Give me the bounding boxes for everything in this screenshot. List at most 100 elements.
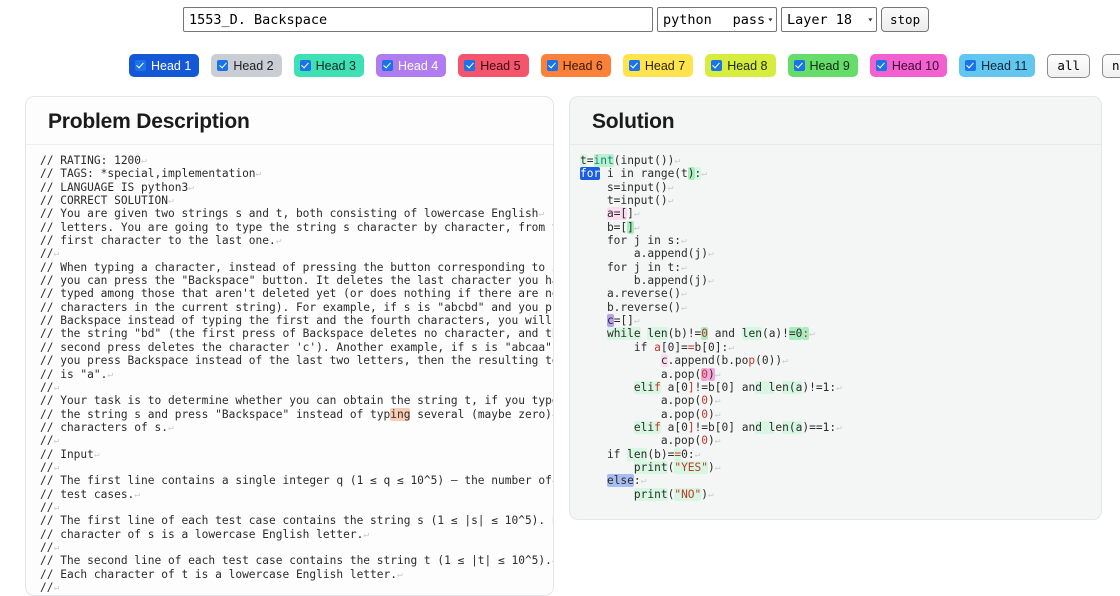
head-toggle-10[interactable]: Head 10 xyxy=(870,54,947,77)
problem-line: // the string s and press "Backspace" in… xyxy=(40,408,553,421)
head-toggle-5[interactable]: Head 5 xyxy=(458,54,528,77)
solution-line: a.pop(0)↵ xyxy=(580,394,1101,407)
head-toggle-4[interactable]: Head 4 xyxy=(376,54,446,77)
chevron-down-icon: ▾ xyxy=(767,16,773,24)
line-return-mark: ↵ xyxy=(53,382,59,393)
line-return-mark: ↵ xyxy=(141,155,147,166)
line-return-mark: ↵ xyxy=(836,422,842,433)
problem-line: //↵ xyxy=(40,501,553,514)
head-toggle-7[interactable]: Head 7 xyxy=(623,54,693,77)
code-token: 0 xyxy=(701,368,708,381)
problem-line: // CORRECT SOLUTION↵ xyxy=(40,194,553,207)
code-token: d l xyxy=(755,381,775,394)
checkbox-checked-icon xyxy=(547,60,558,71)
select-all-heads-button[interactable]: all xyxy=(1047,54,1090,78)
solution-line: a.pop(0)↵ xyxy=(580,434,1101,447)
problem-line: // test cases.↵ xyxy=(40,488,553,501)
select-none-heads-button-label: none xyxy=(1112,58,1120,73)
checkbox-checked-icon xyxy=(876,60,887,71)
code-token: a xyxy=(654,341,661,354)
problem-title-value: 1553_D. Backspace xyxy=(189,12,327,28)
line-return-mark: ↵ xyxy=(674,155,680,166)
line-return-mark: ↵ xyxy=(552,409,554,420)
head-toggle-label: Head 8 xyxy=(727,59,767,73)
head-toggle-8[interactable]: Head 8 xyxy=(705,54,775,77)
solution-line: if a[0]==b[0]:↵ xyxy=(580,341,1101,354)
code-token: print xyxy=(634,461,668,474)
code-token: else xyxy=(607,474,634,487)
head-toggle-2[interactable]: Head 2 xyxy=(211,54,281,77)
problem-line: // the string "bd" (the first press of B… xyxy=(40,327,553,340)
head-toggle-1[interactable]: Head 1 xyxy=(129,54,199,77)
code-token: 0 xyxy=(701,327,708,340)
solution-code-text: t=int(input())↵for i in range(t):↵ s=inp… xyxy=(570,145,1101,509)
layer-select[interactable]: Layer 18 ▾ xyxy=(781,7,877,32)
solution-line: while len(b)!=0 and len(a)!=0:↵ xyxy=(580,327,1101,340)
language-mode-select[interactable]: python pass ▾ xyxy=(657,7,777,32)
problem-line: //↵ xyxy=(40,541,553,554)
attention-head-toggles: Head 1 Head 2 Head 3 Head 4 Head 5 Head 6 Head… xyxy=(129,54,1120,77)
head-toggle-label: Head 3 xyxy=(316,59,356,73)
problem-line: // second press deletes the character 'c… xyxy=(40,341,553,354)
code-token: "YES" xyxy=(674,461,708,474)
line-return-mark: ↵ xyxy=(168,422,174,433)
problem-line: // characters of s.↵ xyxy=(40,421,553,434)
line-return-mark: ↵ xyxy=(256,168,262,179)
solution-line: t=input()↵ xyxy=(580,194,1101,207)
solution-line: b.append(j)↵ xyxy=(580,274,1101,287)
line-return-mark: ↵ xyxy=(53,462,59,473)
head-toggle-label: Head 9 xyxy=(810,59,850,73)
head-toggle-6[interactable]: Head 6 xyxy=(541,54,611,77)
problem-line: // character of s is a lowercase English… xyxy=(40,528,553,541)
problem-line: // Backspace instead of typing the first… xyxy=(40,314,553,327)
line-return-mark: ↵ xyxy=(681,302,687,313)
line-return-mark: ↵ xyxy=(715,395,721,406)
line-return-mark: ↵ xyxy=(681,262,687,273)
chevron-down-icon: ▾ xyxy=(867,16,873,24)
line-return-mark: ↵ xyxy=(397,569,403,580)
problem-line: // you can press the "Backspace" button.… xyxy=(40,274,553,287)
problem-line: // Input↵ xyxy=(40,448,553,461)
line-return-mark: ↵ xyxy=(363,529,369,540)
code-token: while xyxy=(607,327,641,340)
problem-line: //↵ xyxy=(40,434,553,447)
head-toggle-label: Head 1 xyxy=(151,59,191,73)
select-none-heads-button[interactable]: none xyxy=(1102,54,1120,78)
head-toggle-11[interactable]: Head 11 xyxy=(959,54,1035,77)
solution-line: a.pop(0)↵ xyxy=(580,368,1101,381)
top-control-bar: 1553_D. Backspace python pass ▾ Layer 18… xyxy=(183,7,929,32)
problem-line: // The first line contains a single inte… xyxy=(40,474,553,487)
code-token: "NO" xyxy=(674,488,701,501)
code-token: ] xyxy=(627,221,634,234)
problem-panel-title: Problem Description xyxy=(26,97,553,145)
solution-line: else:↵ xyxy=(580,474,1101,487)
line-return-mark: ↵ xyxy=(53,502,59,513)
problem-line: // typed among those that aren't deleted… xyxy=(40,287,553,300)
problem-line: // When typing a character, instead of p… xyxy=(40,261,553,274)
code-token: len xyxy=(647,327,667,340)
problem-title-input[interactable]: 1553_D. Backspace xyxy=(183,7,653,32)
problem-line: // characters in the current string). Fo… xyxy=(40,301,553,314)
problem-line: // letters. You are going to type the st… xyxy=(40,221,553,234)
line-return-mark: ↵ xyxy=(836,382,842,393)
problem-line: // Your task is to determine whether you… xyxy=(40,394,553,407)
code-token: ] xyxy=(688,421,695,434)
code-token: ) xyxy=(708,368,715,381)
stop-button[interactable]: stop xyxy=(881,7,929,32)
solution-panel-title: Solution xyxy=(570,97,1101,145)
code-token: = xyxy=(674,448,681,461)
head-toggle-9[interactable]: Head 9 xyxy=(788,54,858,77)
layer-value: Layer 18 xyxy=(787,12,852,28)
solution-line: b=[]↵ xyxy=(580,221,1101,234)
head-toggle-label: Head 7 xyxy=(645,59,685,73)
line-return-mark: ↵ xyxy=(728,342,734,353)
line-return-mark: ↵ xyxy=(94,449,100,460)
select-all-heads-button-label: all xyxy=(1057,58,1080,73)
code-token: ] xyxy=(688,381,695,394)
line-return-mark: ↵ xyxy=(715,462,721,473)
head-toggle-3[interactable]: Head 3 xyxy=(294,54,364,77)
line-return-mark: ↵ xyxy=(681,235,687,246)
problem-line: // RATING: 1200↵ xyxy=(40,154,553,167)
line-return-mark: ↵ xyxy=(53,542,59,553)
solution-line: t=int(input())↵ xyxy=(580,154,1101,167)
